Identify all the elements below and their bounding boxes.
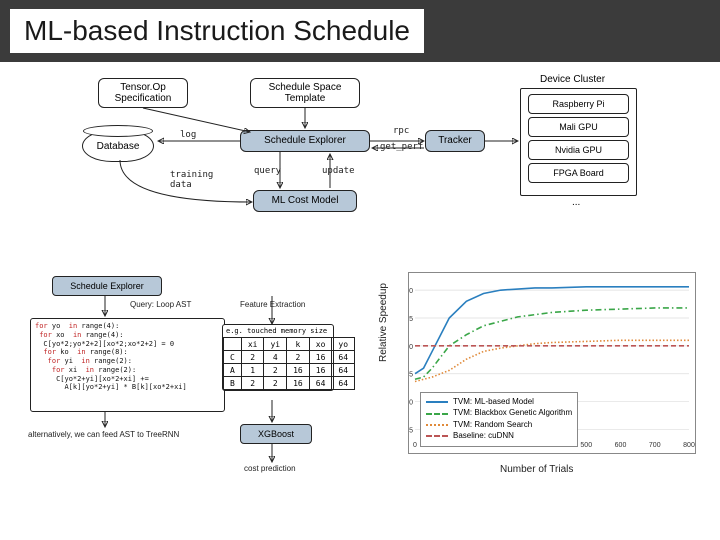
box-tensor-op: Tensor.Op Specification (98, 78, 188, 108)
feature-table: e.g. touched memory size xiyikxoyoC24216… (222, 324, 334, 391)
svg-text:0.25: 0.25 (409, 427, 413, 434)
edge-training-data: training data (170, 170, 213, 190)
svg-text:600: 600 (615, 442, 627, 449)
box-explorer-small: Schedule Explorer (52, 276, 162, 296)
page-title: ML-based Instruction Schedule (10, 9, 424, 53)
feature-extraction-label: Feature Extraction (240, 300, 305, 309)
svg-text:700: 700 (649, 442, 661, 449)
chart-legend: TVM: ML-based ModelTVM: Blackbox Genetic… (420, 392, 578, 447)
code-loop-ast: for yo in range(4): for xo in range(4): … (30, 318, 225, 412)
database-label: Database (97, 141, 140, 152)
svg-text:0.75: 0.75 (409, 372, 413, 379)
svg-text:1.00: 1.00 (409, 344, 413, 351)
code-content: for yo in range(4): for xo in range(4): … (35, 322, 187, 391)
cost-prediction-label: cost prediction (244, 464, 296, 473)
edge-update: update (322, 166, 355, 176)
box-ml-cost-model: ML Cost Model (253, 190, 357, 212)
svg-text:800: 800 (683, 442, 695, 449)
chart-xlabel: Number of Trials (500, 464, 573, 475)
device-mali-gpu: Mali GPU (528, 117, 629, 137)
box-tracker: Tracker (425, 130, 485, 152)
title-bar: ML-based Instruction Schedule (0, 0, 720, 62)
svg-text:0.50: 0.50 (409, 400, 413, 407)
chart-ylabel: Relative Speedup (378, 283, 389, 362)
feature-grid: xiyikxoyoC2421664A12161664B22166464 (223, 337, 355, 390)
feature-caption: e.g. touched memory size (223, 325, 333, 337)
edge-get-perf: get_perf (380, 142, 423, 152)
diagram-canvas: Tensor.Op Specification Schedule Space T… (0, 62, 720, 540)
edge-log: log (180, 130, 196, 140)
alt-text: alternatively, we can feed AST to TreeRN… (28, 430, 179, 439)
device-fpga-board: FPGA Board (528, 163, 629, 183)
svg-text:500: 500 (580, 442, 592, 449)
svg-text:0: 0 (413, 442, 417, 449)
device-ellipsis: ... (572, 197, 580, 208)
query-loop-ast-label: Query: Loop AST (130, 300, 191, 309)
svg-text:1.50: 1.50 (409, 288, 413, 295)
device-nvidia-gpu: Nvidia GPU (528, 140, 629, 160)
box-database: Database (82, 130, 154, 162)
box-schedule-explorer: Schedule Explorer (240, 130, 370, 152)
box-schedule-template: Schedule Space Template (250, 78, 360, 108)
edge-query: query (254, 166, 281, 176)
device-cluster-label: Device Cluster (540, 74, 605, 85)
edge-rpc: rpc (393, 126, 409, 136)
device-raspberry-pi: Raspberry Pi (528, 94, 629, 114)
svg-text:1.25: 1.25 (409, 316, 413, 323)
box-xgboost: XGBoost (240, 424, 312, 444)
